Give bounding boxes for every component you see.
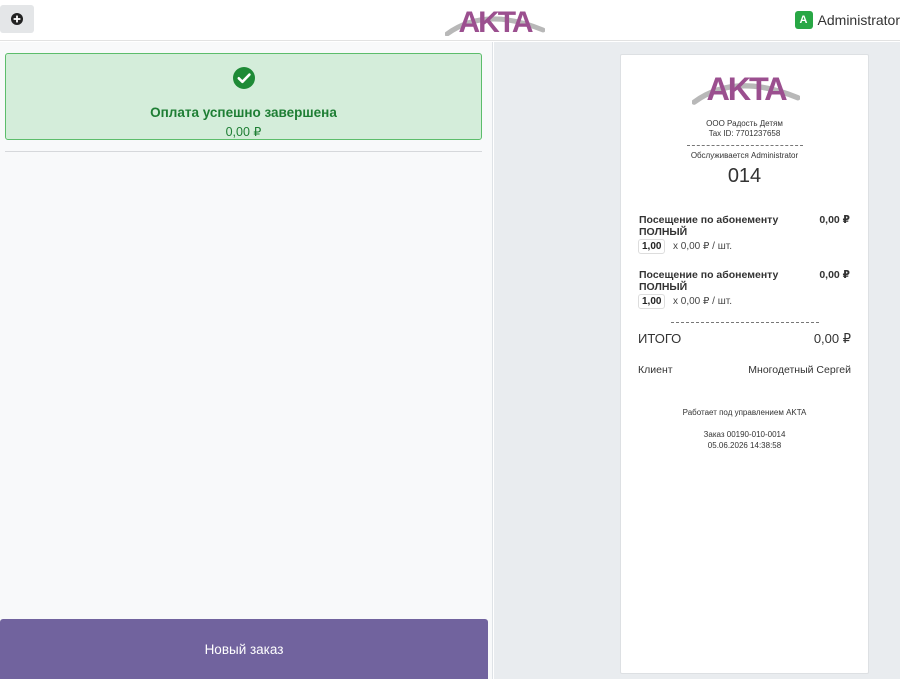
receipt: AKTA ООО Радость Детям Tax ID: 770123765… [620,54,869,674]
order-number: 014 [727,165,762,187]
user-name: Administrator [817,12,900,28]
order-datetime: 05.06.2026 14:38:58 [707,441,782,450]
receipt-logo-text: AKTA [707,71,788,105]
item-price: 0,00 ₽ [819,214,850,226]
avatar: A [794,11,813,29]
total-label: ИТОГО [638,331,682,346]
divider [5,151,482,152]
item-name: Посещение по абонементу ПОЛНЫЙ [639,269,779,293]
item-unit-price: x 0,00 ₽ / шт. [673,241,732,252]
payment-success-alert: Оплата успешно завершена 0,00 ₽ [5,53,482,140]
powered-by: Работает под управлением AKTA [682,408,807,417]
add-order-button[interactable] [0,5,34,33]
item-unit-price: x 0,00 ₽ / шт. [673,296,732,307]
separator [687,145,803,146]
payment-success-title: Оплата успешно завершена [150,105,337,120]
client-value: Многодетный Сергей [748,364,851,376]
company-name: ООО Радость Детям [706,119,783,128]
separator [671,322,819,323]
item-quantity: 1,00 [638,294,666,309]
order-panel: Оплата успешно завершена 0,00 ₽ Новый за… [0,42,493,679]
plus-circle-icon [11,13,23,25]
order-reference: Заказ 00190-010-0014 [703,430,786,439]
payment-amount: 0,00 ₽ [225,125,262,139]
user-menu[interactable]: A Administrator [794,10,900,30]
served-by: Обслуживается Administrator [690,151,799,160]
item-price: 0,00 ₽ [819,269,850,281]
client-label: Клиент [638,364,673,376]
receipt-panel: AKTA ООО Радость Детям Tax ID: 770123765… [494,42,900,679]
new-order-button[interactable]: Новый заказ [0,619,488,679]
item-quantity: 1,00 [638,239,666,254]
top-bar: AKTA A Administrator [0,0,900,41]
total-value: 0,00 ₽ [813,331,851,346]
logo-text: AKTA [458,6,532,36]
check-circle-icon [233,67,255,89]
akta-logo: AKTA [445,6,545,36]
item-name: Посещение по абонементу ПОЛНЫЙ [639,214,779,238]
tax-id: Tax ID: 7701237658 [708,129,781,138]
receipt-akta-logo: AKTA [692,71,800,105]
